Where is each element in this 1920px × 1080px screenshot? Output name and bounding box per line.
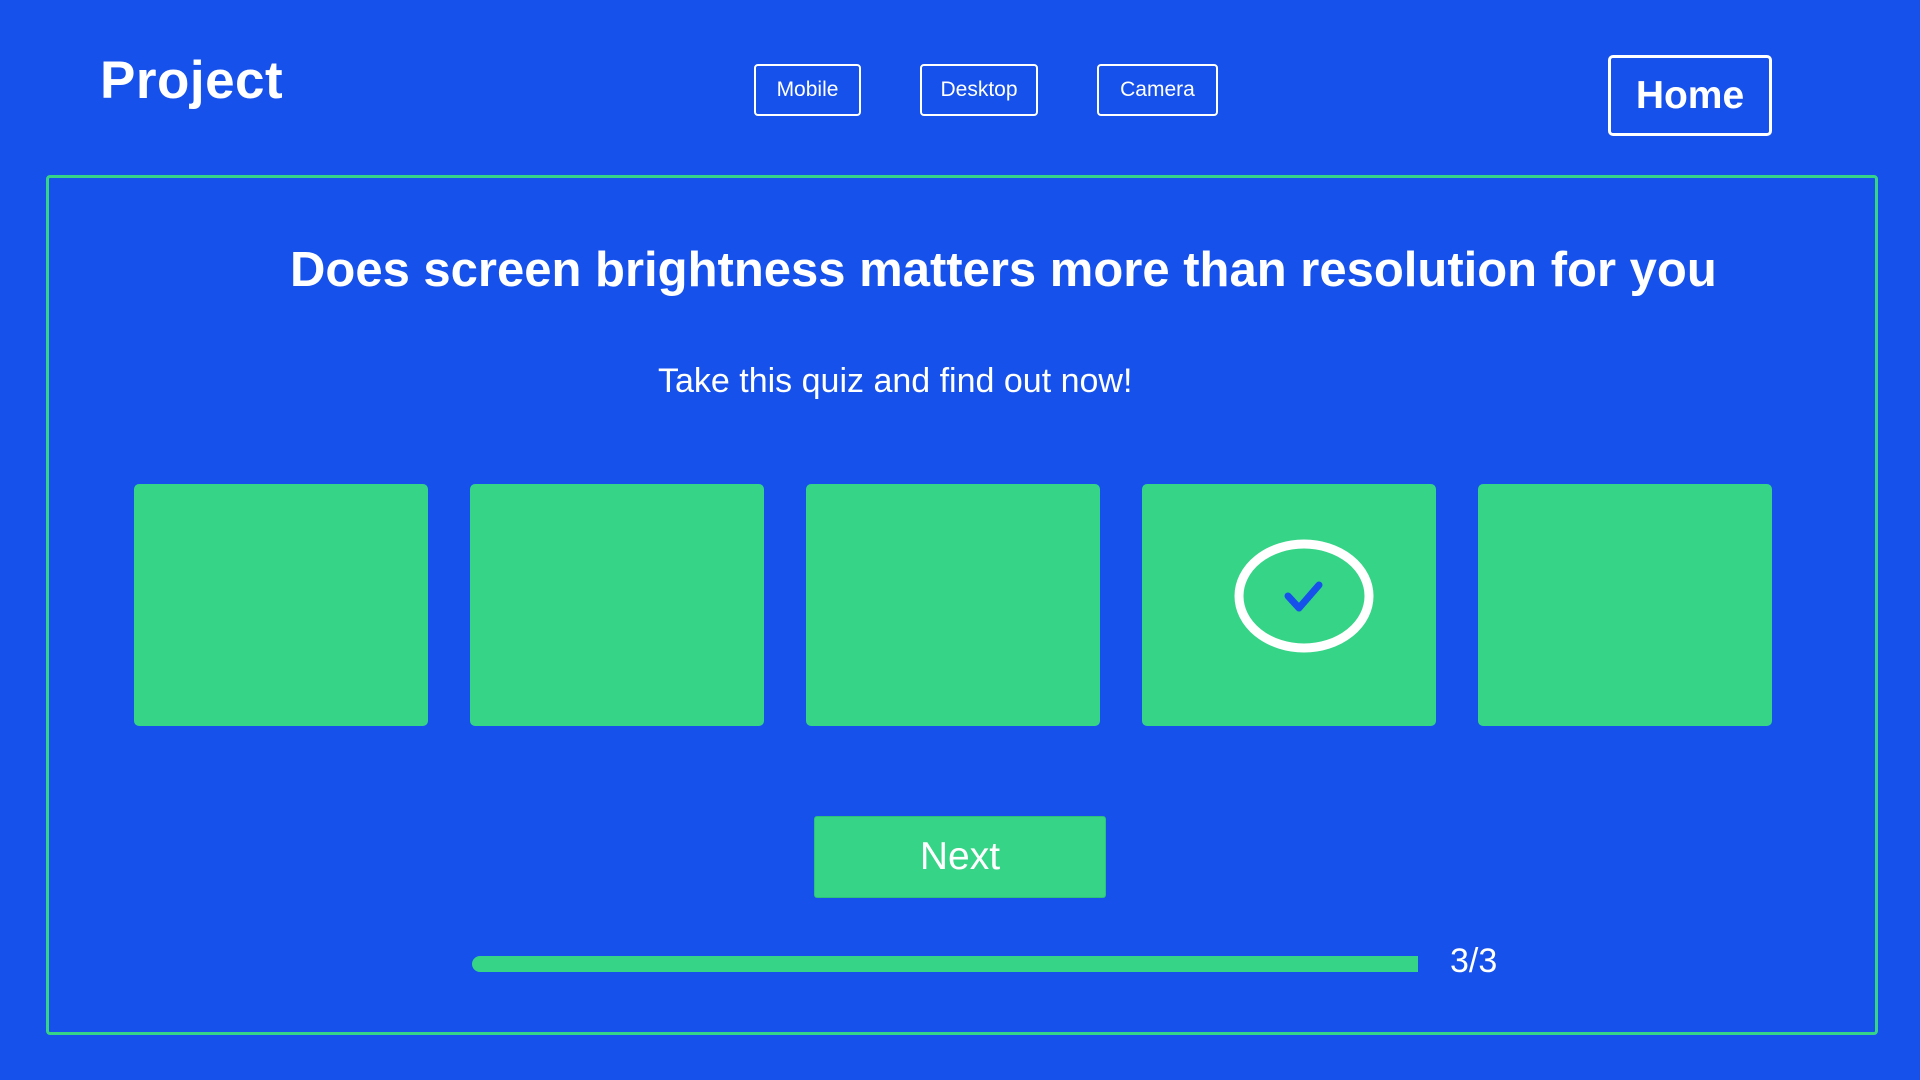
quiz-question: Does screen brightness matters more than…	[290, 243, 1717, 297]
progress-bar-fill	[472, 956, 1418, 972]
check-circle-icon	[1234, 539, 1374, 653]
next-button[interactable]: Next	[814, 816, 1106, 898]
quiz-subtitle: Take this quiz and find out now!	[658, 362, 1133, 400]
home-button[interactable]: Home	[1608, 55, 1772, 136]
nav-mobile-button[interactable]: Mobile	[754, 64, 861, 116]
quiz-option-1[interactable]	[134, 484, 428, 726]
quiz-option-2[interactable]	[470, 484, 764, 726]
logo: Project	[100, 51, 284, 110]
progress-label: 3/3	[1450, 942, 1498, 980]
quiz-option-3[interactable]	[806, 484, 1100, 726]
quiz-option-5[interactable]	[1478, 484, 1772, 726]
nav-camera-button[interactable]: Camera	[1097, 64, 1218, 116]
quiz-option-4[interactable]	[1142, 484, 1436, 726]
progress-bar	[472, 956, 1418, 972]
nav-desktop-button[interactable]: Desktop	[920, 64, 1038, 116]
